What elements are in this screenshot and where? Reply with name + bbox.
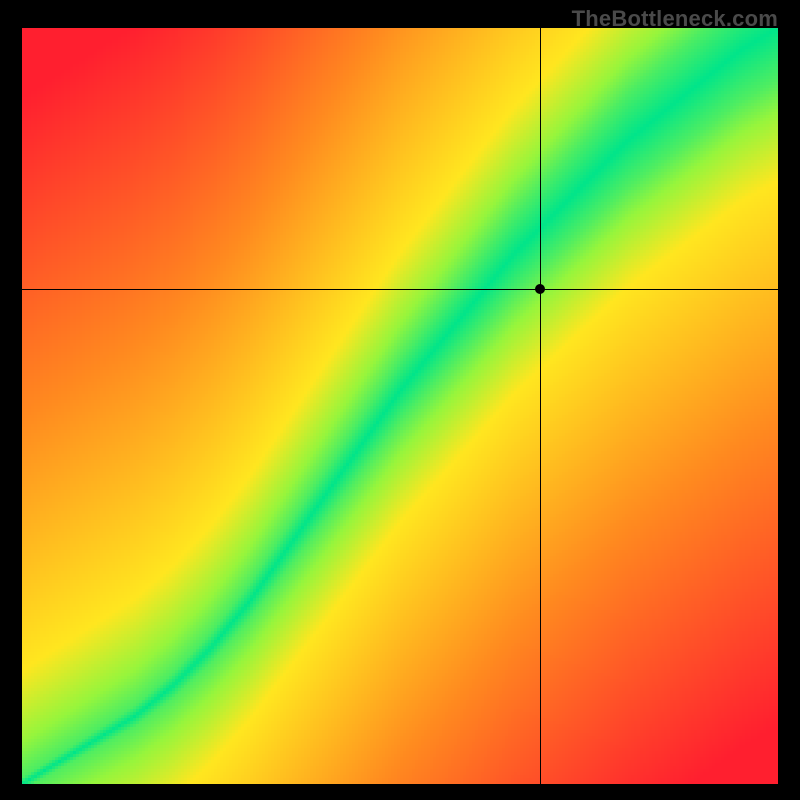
heatmap-canvas [22,28,778,784]
watermark-text: TheBottleneck.com [572,6,778,32]
plot-area [22,28,778,784]
chart-frame: TheBottleneck.com [0,0,800,800]
